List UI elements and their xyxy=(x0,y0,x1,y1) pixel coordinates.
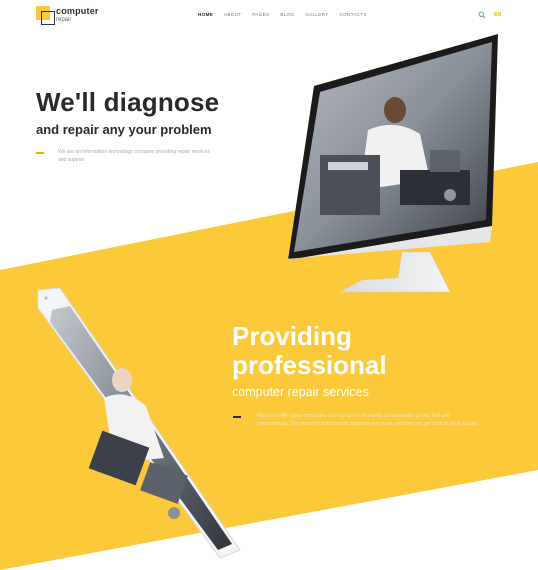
hero-subtitle: and repair any your problem xyxy=(36,122,212,137)
nav-item-pages[interactable]: PAGES xyxy=(252,12,269,17)
nav-item-gallery[interactable]: GALLERY xyxy=(305,12,328,17)
logo-icon xyxy=(36,6,55,25)
nav-item-about[interactable]: ABOUT xyxy=(224,12,241,17)
monitor-illustration xyxy=(286,34,498,293)
language-selector[interactable]: EN xyxy=(494,12,501,18)
nav-item-contacts[interactable]: CONTACTS xyxy=(340,12,367,17)
services-title-line1: Providing xyxy=(232,321,352,351)
search-icon[interactable] xyxy=(478,11,486,19)
services-paragraph: Welcome! We repair computers and laptops… xyxy=(257,413,479,427)
services-subtitle: computer repair services xyxy=(232,385,369,399)
logo-tagline: repair xyxy=(56,17,72,23)
services-title-line2: professional xyxy=(232,350,387,380)
services-title: Providing professional xyxy=(232,322,387,380)
nav-item-home[interactable]: HOME xyxy=(198,12,213,17)
main-nav: HOME ABOUT PAGES BLOG GALLERY CONTACTS xyxy=(198,12,367,17)
page: computer repair HOME ABOUT PAGES BLOG GA… xyxy=(0,0,538,570)
tablet-illustration xyxy=(37,288,241,559)
hero-accent-dash xyxy=(36,152,44,154)
logo-name: computer xyxy=(56,6,99,16)
logo[interactable]: computer repair xyxy=(36,6,106,28)
nav-item-blog[interactable]: BLOG xyxy=(280,12,294,17)
hero-title: We'll diagnose xyxy=(36,87,220,117)
hero-paragraph: We are an information technology company… xyxy=(58,149,210,163)
